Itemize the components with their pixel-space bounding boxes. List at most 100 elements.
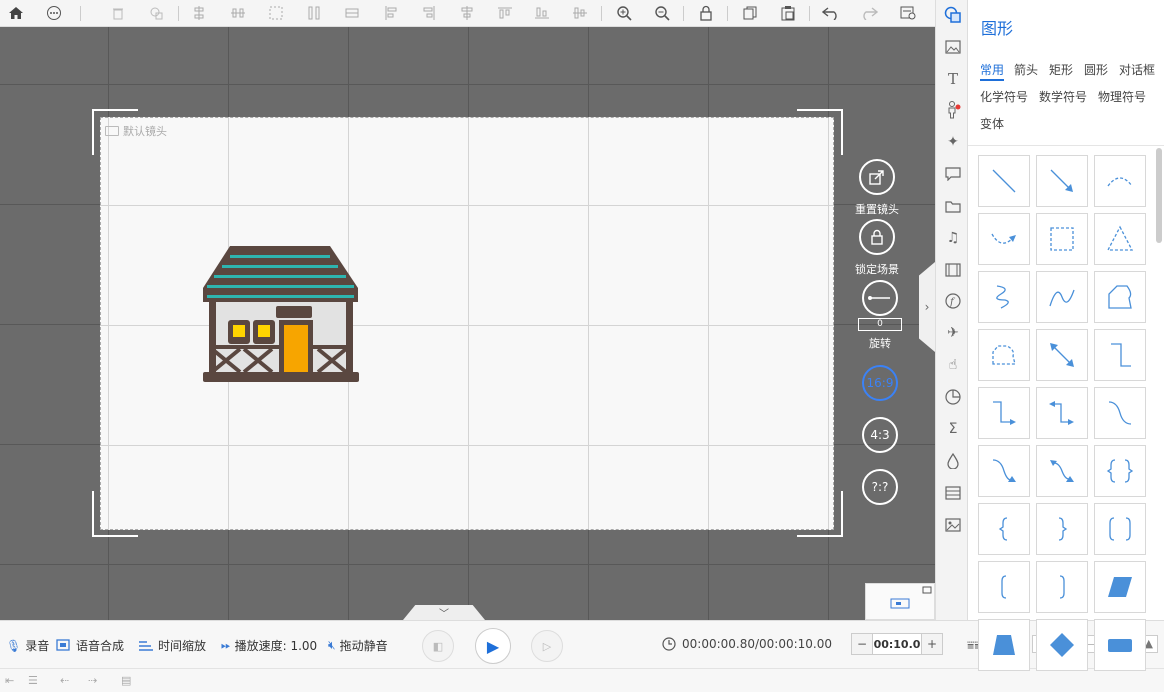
undo-icon[interactable]: [820, 2, 842, 24]
panel-scrollbar[interactable]: [1156, 148, 1162, 243]
background-tab-icon[interactable]: [944, 484, 962, 502]
shape-dashed-cloud[interactable]: [978, 329, 1030, 381]
category-physics[interactable]: 物理符号: [1098, 88, 1146, 105]
align-middle-icon[interactable]: [569, 2, 591, 24]
reset-camera-control[interactable]: 重置镜头: [855, 159, 899, 217]
align-center-icon[interactable]: [456, 2, 478, 24]
paste-icon[interactable]: [777, 2, 799, 24]
step-back-icon[interactable]: ⇠: [60, 674, 69, 687]
shape-elbow[interactable]: [1094, 329, 1146, 381]
shape-brackets[interactable]: [1094, 503, 1146, 555]
shapes-tab-icon[interactable]: [944, 6, 962, 24]
delete-icon[interactable]: [107, 2, 129, 24]
category-circles[interactable]: 圆形: [1084, 61, 1108, 78]
ungroup-icon[interactable]: [303, 2, 325, 24]
shape-diamond[interactable]: [1036, 619, 1088, 671]
lock-scene-control[interactable]: 锁定场景: [855, 219, 899, 277]
duration-stepper[interactable]: − 00:10.0 +: [851, 633, 943, 655]
shape-dashed-arc-arrow[interactable]: [978, 213, 1030, 265]
ratio-custom-button[interactable]: ?:?: [862, 469, 898, 505]
music-tab-icon[interactable]: ♫: [944, 229, 962, 247]
pie-chart-tab-icon[interactable]: [944, 388, 962, 406]
shape-dashed-rect[interactable]: [1036, 213, 1088, 265]
timeline-collapse-tab[interactable]: ﹀: [403, 605, 485, 620]
zoom-in-icon[interactable]: [613, 2, 635, 24]
distribute-icon[interactable]: [341, 2, 363, 24]
next-frame-button[interactable]: ▷: [531, 630, 563, 662]
shape-wave[interactable]: [1036, 271, 1088, 323]
more-icon[interactable]: [43, 2, 65, 24]
shape-parallelogram[interactable]: [1094, 561, 1146, 613]
shape-left-brace[interactable]: [978, 503, 1030, 555]
category-variants[interactable]: 变体: [980, 115, 1004, 132]
canvas-area[interactable]: 默认镜头 重置镜头 锁定场景 0 旋转 16:9 4:3 ?:?: [0, 27, 935, 620]
ratio-custom-control[interactable]: ?:?: [862, 469, 898, 505]
airplane-tab-icon[interactable]: ✈: [944, 324, 962, 342]
category-common[interactable]: 常用: [980, 61, 1005, 81]
ratio-43-control[interactable]: 4:3: [862, 417, 898, 453]
category-dialogs[interactable]: 对话框: [1119, 61, 1155, 78]
speech-bubble-tab-icon[interactable]: [944, 165, 962, 183]
category-arrows[interactable]: 箭头: [1014, 61, 1038, 78]
indent-icon[interactable]: ⇤: [5, 674, 14, 687]
layer-icon[interactable]: [145, 2, 167, 24]
duration-value[interactable]: 00:10.0: [872, 634, 922, 654]
sigma-tab-icon[interactable]: Σ: [944, 420, 962, 438]
shape-s-curve[interactable]: [1094, 387, 1146, 439]
align-top-icon[interactable]: [494, 2, 516, 24]
lock-icon[interactable]: [695, 2, 717, 24]
gesture-tab-icon[interactable]: ☝: [944, 356, 962, 374]
shape-line[interactable]: [978, 155, 1030, 207]
zoom-out-icon[interactable]: [651, 2, 673, 24]
reset-camera-button[interactable]: [859, 159, 895, 195]
house-illustration[interactable]: [200, 242, 362, 384]
shape-elbow-double-arrow[interactable]: [1036, 387, 1088, 439]
ratio-169-control[interactable]: 16:9: [862, 365, 898, 401]
formula-tab-icon[interactable]: f: [944, 292, 962, 310]
folder-tab-icon[interactable]: [944, 197, 962, 215]
panel-toggle-tab[interactable]: ›: [919, 262, 935, 352]
category-chemistry[interactable]: 化学符号: [980, 88, 1028, 105]
shape-elbow-arrow[interactable]: [978, 387, 1030, 439]
align-right-icon[interactable]: [418, 2, 440, 24]
lock-scene-button[interactable]: [859, 219, 895, 255]
drop-tab-icon[interactable]: [944, 452, 962, 470]
play-button[interactable]: ▶: [475, 628, 511, 664]
shape-blob[interactable]: [1094, 271, 1146, 323]
group-icon[interactable]: [265, 2, 287, 24]
magic-wand-tab-icon[interactable]: ✦: [944, 133, 962, 151]
list-icon[interactable]: ☰: [28, 674, 38, 687]
text-tab-icon[interactable]: T: [944, 70, 962, 88]
shape-braces[interactable]: [1094, 445, 1146, 497]
duration-plus-button[interactable]: +: [922, 634, 942, 654]
step-forward-icon[interactable]: ⇢: [88, 674, 97, 687]
shape-rounded-rect[interactable]: [1094, 619, 1146, 671]
align-left-icon[interactable]: [380, 2, 402, 24]
record-button[interactable]: 🎙︎ 录音: [6, 637, 49, 654]
align-h-icon[interactable]: [227, 2, 249, 24]
shape-double-arrow[interactable]: [1036, 329, 1088, 381]
shape-arrow-line[interactable]: [1036, 155, 1088, 207]
time-scale-button[interactable]: 时间缩放: [138, 637, 206, 654]
rotate-dial[interactable]: [862, 280, 898, 316]
playback-speed-button[interactable]: ⏩︎ 播放速度: 1.00: [221, 637, 317, 654]
ratio-169-button[interactable]: 16:9: [862, 365, 898, 401]
settings-icon[interactable]: [897, 2, 919, 24]
category-math[interactable]: 数学符号: [1039, 88, 1087, 105]
rotate-control[interactable]: 0 旋转: [858, 280, 902, 351]
prev-frame-button[interactable]: ◧: [422, 630, 454, 662]
shape-s-curve-arrow[interactable]: [978, 445, 1030, 497]
note-icon[interactable]: ▤: [121, 674, 131, 687]
image-tab-icon[interactable]: [944, 38, 962, 56]
rotate-input[interactable]: 0: [858, 318, 902, 331]
shape-dashed-arc[interactable]: [1094, 155, 1146, 207]
shape-trapezoid[interactable]: [978, 619, 1030, 671]
align-v-icon[interactable]: [188, 2, 210, 24]
redo-icon[interactable]: [858, 2, 880, 24]
ratio-43-button[interactable]: 4:3: [862, 417, 898, 453]
mini-navigator[interactable]: [865, 583, 935, 620]
shape-right-bracket[interactable]: [1036, 561, 1088, 613]
shape-squiggle[interactable]: [978, 271, 1030, 323]
shape-s-curve-double-arrow[interactable]: [1036, 445, 1088, 497]
character-tab-icon[interactable]: [944, 101, 962, 119]
